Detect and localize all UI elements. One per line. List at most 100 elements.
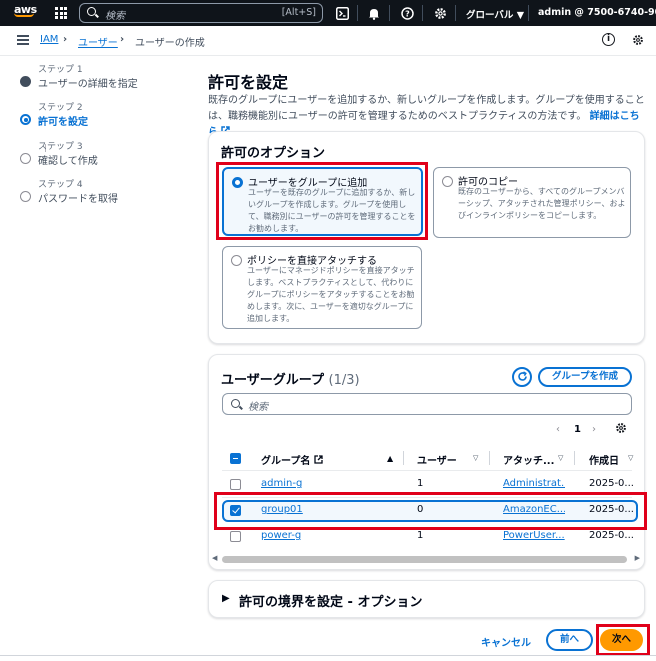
create-group-button[interactable]: グループを作成 xyxy=(538,367,632,387)
step-label: ユーザーの詳細を指定 xyxy=(38,79,138,90)
step-pending-icon xyxy=(20,191,31,202)
step-label: 許可を設定 xyxy=(38,117,88,128)
nav-divider xyxy=(422,5,423,21)
group-name-link[interactable]: group01 xyxy=(261,504,303,515)
row-checkbox[interactable] xyxy=(230,479,241,490)
gear-icon[interactable] xyxy=(432,5,448,21)
nav-divider xyxy=(528,5,529,21)
step-label: パスワードを取得 xyxy=(38,194,118,205)
aws-logo[interactable]: aws xyxy=(14,3,38,23)
user-count: 1 xyxy=(417,530,424,541)
table-settings-icon[interactable] xyxy=(614,421,628,435)
horizontal-scrollbar[interactable]: ◀ ▶ xyxy=(212,554,640,563)
option-description: ユーザーにマネージドポリシーを直接アタッチします。ベストプラクティスとして、代わ… xyxy=(247,266,415,323)
global-search-input[interactable]: 検索 [Alt+S] xyxy=(79,3,323,23)
chevron-right-icon: › xyxy=(63,34,68,45)
col-label: グループ名 xyxy=(261,456,311,467)
user-groups-title: ユーザーグループ xyxy=(221,373,324,388)
help-icon[interactable]: ? xyxy=(399,5,415,21)
option-add-to-group[interactable]: ユーザーをグループに追加 ユーザーを既存のグループに追加するか、新しいグループを… xyxy=(222,167,423,236)
top-navigation: aws 検索 [Alt+S] ? グローバル ▼ admin @ 7500-67… xyxy=(0,0,656,26)
group-name-link[interactable]: power-g xyxy=(261,530,301,541)
search-placeholder: 検索 xyxy=(248,402,268,413)
col-group-name[interactable]: グループ名 xyxy=(261,452,323,467)
gear-icon[interactable] xyxy=(631,33,645,47)
permission-options-title: 許可のオプション xyxy=(221,146,326,161)
policy-link[interactable]: Administrat... xyxy=(503,478,565,489)
step-number: ステップ 3 xyxy=(38,142,83,152)
scroll-right-icon[interactable]: ▶ xyxy=(635,554,640,562)
created-date: 2025-0... xyxy=(589,530,634,541)
page-number[interactable]: 1 xyxy=(574,424,581,435)
services-grid-icon[interactable] xyxy=(55,7,67,19)
region-selector[interactable]: グローバル ▼ xyxy=(466,7,524,21)
row-checkbox[interactable] xyxy=(230,531,241,542)
account-menu[interactable]: admin @ 7500-6740-9009 ▼ xyxy=(538,7,656,18)
selection-count: (1/3) xyxy=(328,373,360,388)
option-description: 既存のユーザーから、すべてのグループメンバーシップ、アタッチされた管理ポリシー、… xyxy=(458,187,626,220)
column-divider xyxy=(489,451,490,465)
row-checkbox[interactable] xyxy=(230,505,241,516)
user-count: 0 xyxy=(417,504,424,515)
refresh-button[interactable] xyxy=(512,367,532,387)
radio-selected[interactable] xyxy=(232,177,243,188)
svg-text:?: ? xyxy=(405,9,410,18)
next-page-icon[interactable]: › xyxy=(592,424,596,435)
sort-icon[interactable]: ▽ xyxy=(628,454,633,462)
cancel-button[interactable]: キャンセル xyxy=(481,634,531,649)
sort-ascending-icon[interactable]: ▲ xyxy=(387,454,393,463)
nav-divider xyxy=(455,5,456,21)
breadcrumb-iam[interactable]: IAM xyxy=(40,34,58,45)
sort-icon[interactable]: ▽ xyxy=(558,454,563,462)
search-icon xyxy=(231,399,240,408)
previous-button[interactable]: 前へ xyxy=(546,629,593,651)
page-title: 許可を設定 xyxy=(208,73,289,92)
breadcrumb-users[interactable]: ユーザー xyxy=(78,34,118,49)
scroll-left-icon[interactable]: ◀ xyxy=(212,554,217,562)
breadcrumb-bar: IAM › ユーザー › ユーザーの作成 i xyxy=(0,26,656,56)
sort-icon[interactable]: ▽ xyxy=(473,454,478,462)
option-copy-permissions[interactable]: 許可のコピー 既存のユーザーから、すべてのグループメンバーシップ、アタッチされた… xyxy=(433,167,631,238)
info-icon[interactable]: i xyxy=(602,33,615,46)
permission-boundary-title[interactable]: 許可の境界を設定 - オプション xyxy=(239,591,422,610)
page-bottom-border xyxy=(0,655,656,656)
radio-unselected[interactable] xyxy=(231,255,242,266)
column-divider xyxy=(403,451,404,465)
next-button[interactable]: 次へ xyxy=(600,629,643,651)
search-placeholder: 検索 xyxy=(105,11,125,22)
col-users[interactable]: ユーザー xyxy=(417,452,457,467)
search-shortcut: [Alt+S] xyxy=(281,7,316,18)
created-date: 2025-0... xyxy=(589,478,634,489)
nav-divider xyxy=(357,5,358,21)
column-divider xyxy=(574,451,575,465)
menu-icon[interactable] xyxy=(17,35,29,45)
col-created[interactable]: 作成日 xyxy=(589,452,619,467)
prev-page-icon[interactable]: ‹ xyxy=(556,424,560,435)
group-search-input[interactable]: 検索 xyxy=(222,393,632,415)
step-active-icon xyxy=(20,114,31,125)
row-divider xyxy=(222,470,632,471)
search-icon xyxy=(87,7,96,16)
col-attached-policies[interactable]: アタッチ... xyxy=(503,452,554,467)
chevron-right-icon: › xyxy=(120,34,125,45)
expand-caret-icon[interactable]: ▶ xyxy=(222,593,230,604)
step-number: ステップ 1 xyxy=(38,65,83,75)
breadcrumb-current: ユーザーの作成 xyxy=(135,38,205,49)
nav-divider xyxy=(389,5,390,21)
policy-link[interactable]: PowerUser... xyxy=(503,530,565,541)
radio-unselected[interactable] xyxy=(442,176,453,187)
bell-icon[interactable] xyxy=(366,5,382,21)
option-attach-policy[interactable]: ポリシーを直接アタッチする ユーザーにマネージドポリシーを直接アタッチします。ベ… xyxy=(222,246,422,329)
select-all-checkbox[interactable] xyxy=(230,453,241,464)
group-name-link[interactable]: admin-g xyxy=(261,478,302,489)
step-number: ステップ 4 xyxy=(38,180,83,190)
description-text: 既存のグループにユーザーを追加するか、新しいグループを作成します。グループを使用… xyxy=(208,95,645,122)
step-label: 確認して作成 xyxy=(38,156,98,167)
user-count: 1 xyxy=(417,478,424,489)
refresh-icon xyxy=(517,371,527,381)
step-pending-icon xyxy=(20,153,31,164)
policy-link[interactable]: AmazonEC... xyxy=(503,504,565,515)
step-done-icon xyxy=(20,76,31,87)
cloudshell-icon[interactable] xyxy=(334,5,350,21)
scrollbar-thumb[interactable] xyxy=(222,556,627,563)
